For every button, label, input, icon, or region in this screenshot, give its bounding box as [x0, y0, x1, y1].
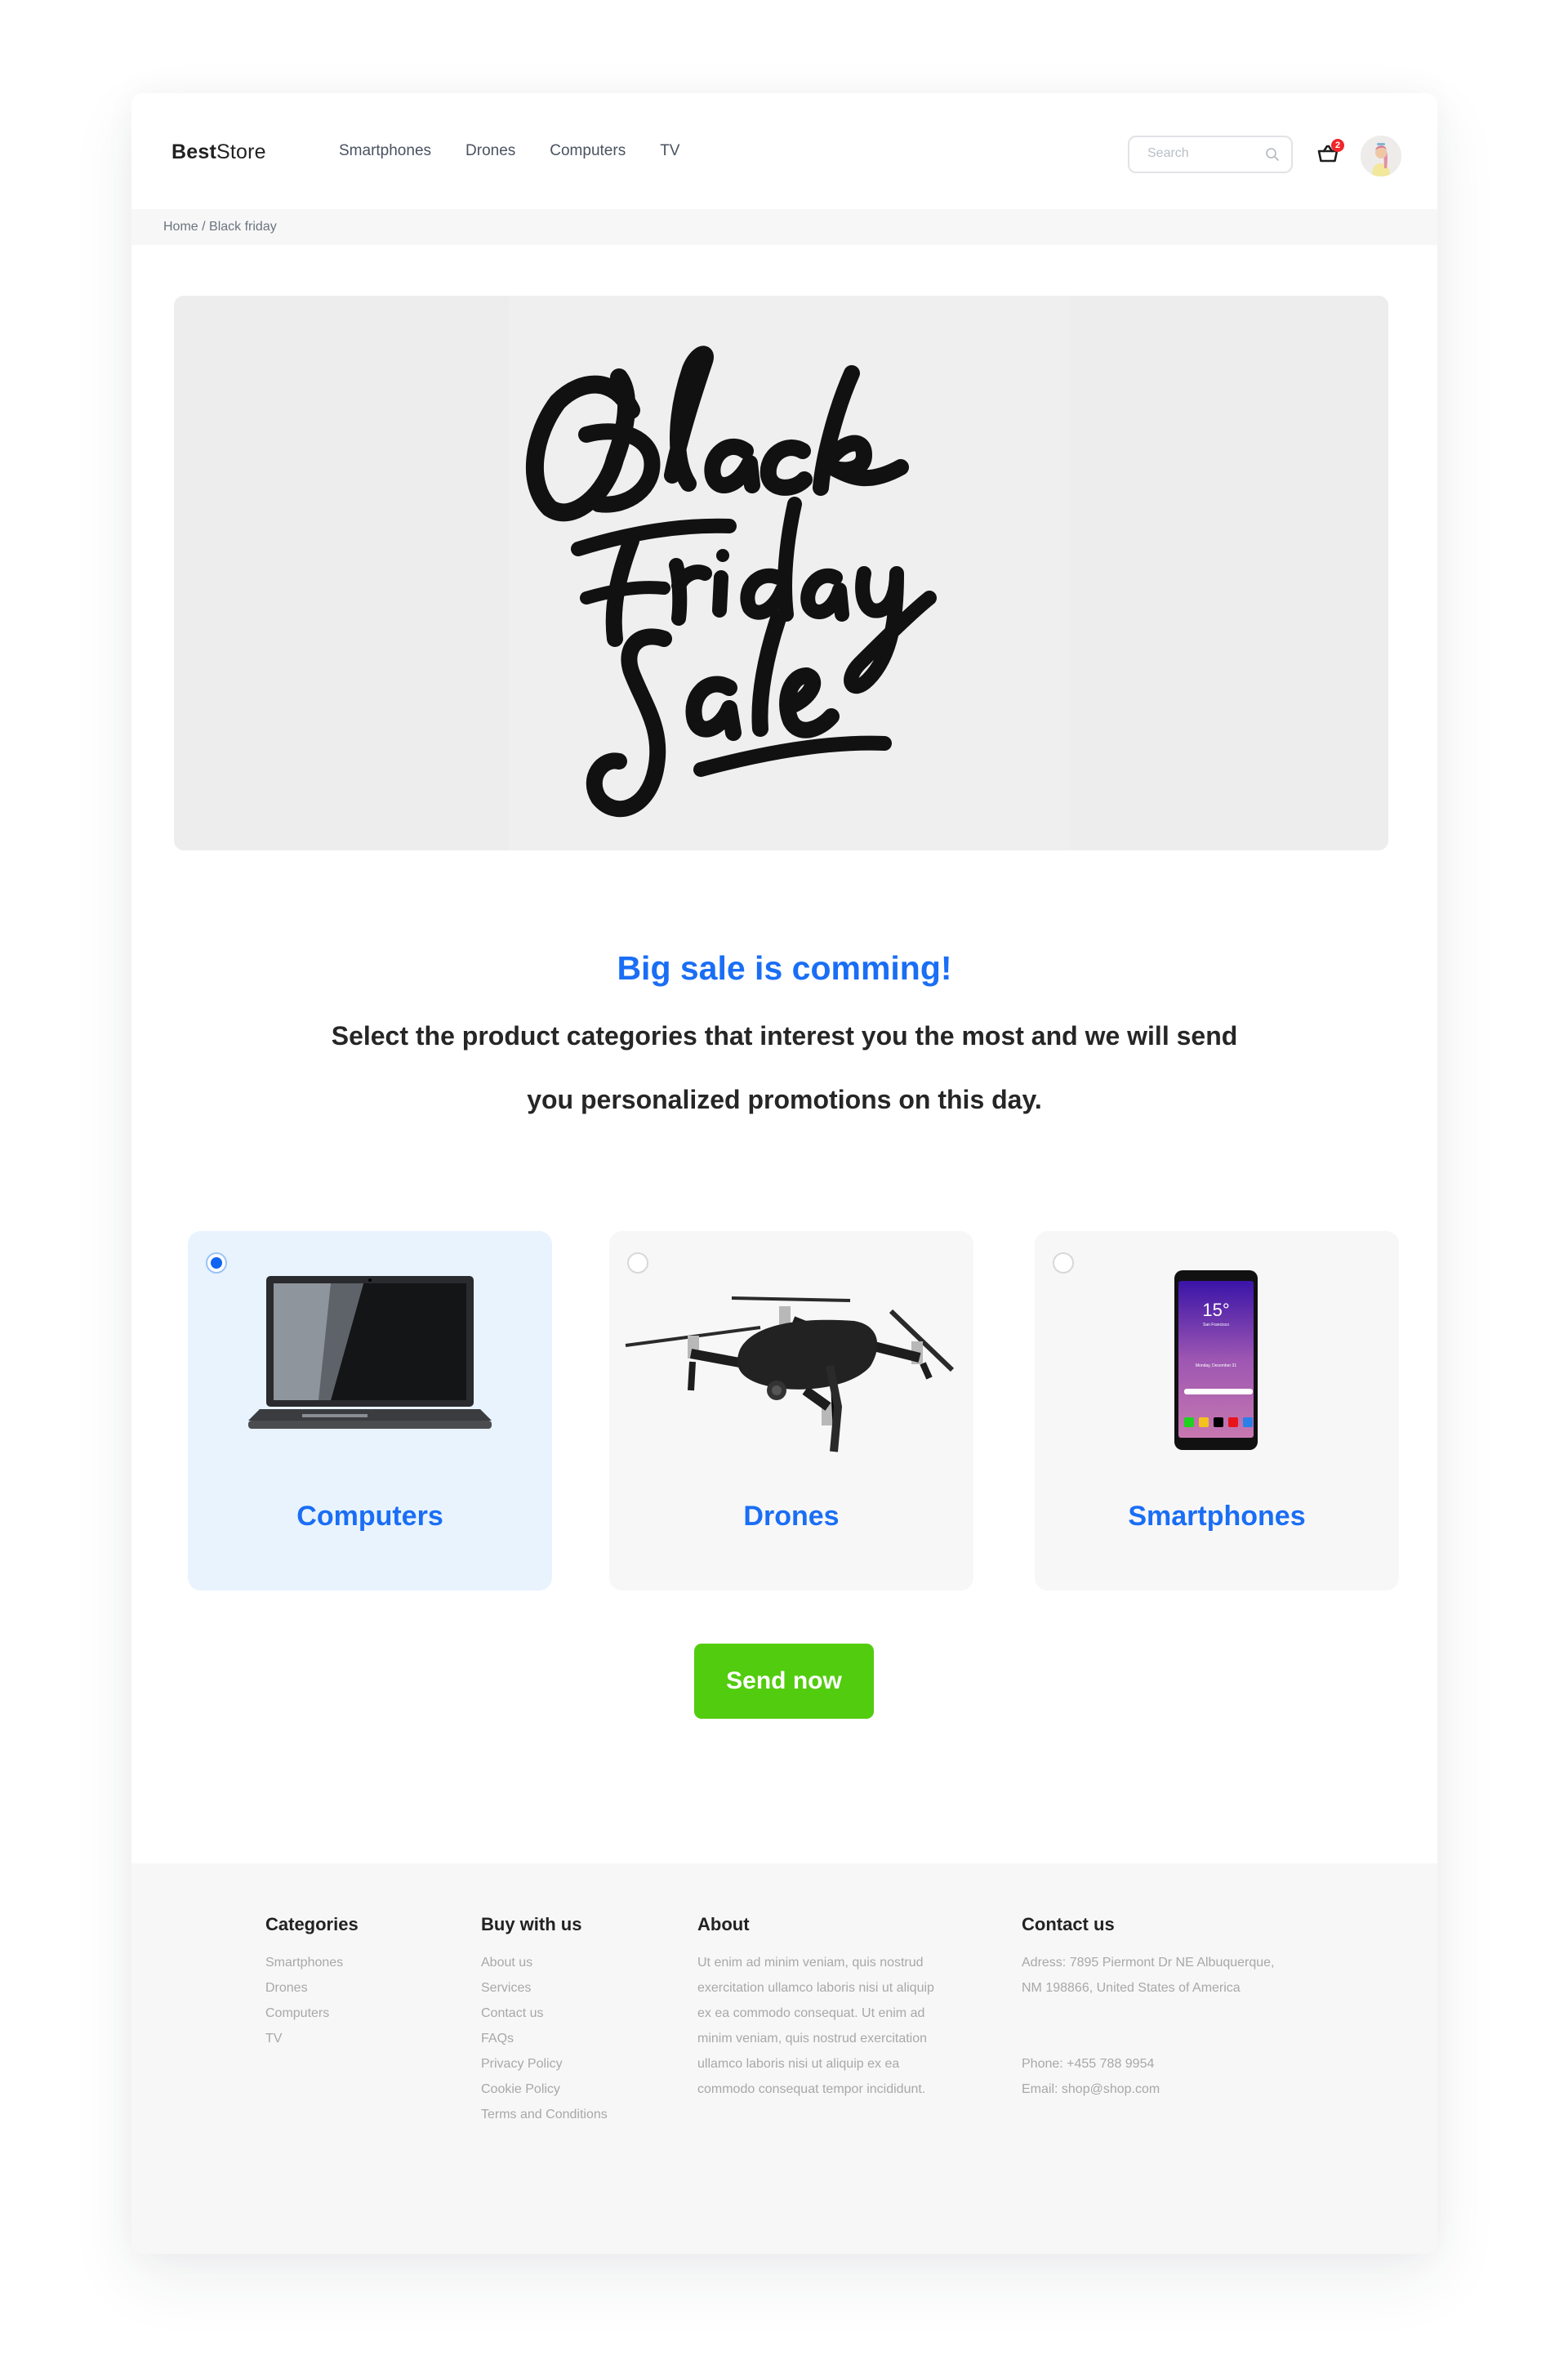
footer-link-terms[interactable]: Terms and Conditions: [481, 2102, 608, 2127]
footer-link-about-us[interactable]: About us: [481, 1950, 608, 1975]
nav-tv[interactable]: TV: [660, 142, 679, 160]
footer-categories-title: Categories: [265, 1914, 359, 1934]
footer-about-line: ex ea commodo consequat. Ut enim ad: [697, 2006, 925, 2020]
user-avatar[interactable]: [1361, 136, 1401, 176]
footer-link-computers[interactable]: Computers: [265, 2001, 359, 2026]
footer-link-services[interactable]: Services: [481, 1975, 608, 2001]
breadcrumb-current: Black friday: [209, 220, 277, 234]
footer-categories: Categories Smartphones Drones Computers …: [265, 1914, 359, 2051]
nav-smartphones[interactable]: Smartphones: [339, 142, 431, 160]
logo-bold: Best: [172, 141, 216, 163]
footer-about-line: exercitation ullamco laboris nisi ut ali…: [697, 1981, 934, 1995]
footer-contact-spacer: [1022, 2001, 1275, 2051]
footer-link-smartphones[interactable]: Smartphones: [265, 1950, 359, 1975]
category-label-drones: Drones: [743, 1501, 840, 1532]
category-label-computers: Computers: [296, 1501, 443, 1532]
cart-button[interactable]: 2: [1315, 139, 1344, 168]
main-nav: Smartphones Drones Computers TV: [339, 142, 714, 160]
footer-link-drones[interactable]: Drones: [265, 1975, 359, 2001]
footer-address-line-1: Adress: 7895 Piermont Dr NE Albuquerque,: [1022, 1956, 1275, 1970]
footer-address-line-2: NM 198866, United States of America: [1022, 1981, 1241, 1995]
footer-about-title: About: [697, 1914, 750, 1934]
footer-link-privacy-policy[interactable]: Privacy Policy: [481, 2051, 608, 2077]
footer-buy-title: Buy with us: [481, 1914, 582, 1934]
search-box: [1128, 136, 1293, 173]
category-label-smartphones: Smartphones: [1128, 1501, 1306, 1532]
footer-email[interactable]: Email: shop@shop.com: [1022, 2077, 1275, 2102]
drone-image: [625, 1296, 955, 1452]
category-card-smartphones[interactable]: 15° San Francisco Monday, December 31 Sm…: [1035, 1231, 1399, 1591]
footer-about-line: Ut enim ad minim veniam, quis nostrud: [697, 1956, 924, 1970]
footer-link-cookie-policy[interactable]: Cookie Policy: [481, 2077, 608, 2102]
sale-title: Big sale is comming!: [617, 949, 952, 987]
footer-contact-title: Contact us: [1022, 1914, 1115, 1934]
page-card: BestStore Smartphones Drones Computers T…: [131, 93, 1437, 2254]
laptop-image: [248, 1276, 492, 1429]
send-now-button[interactable]: Send now: [694, 1644, 874, 1719]
black-friday-sale-lettering: [525, 346, 937, 818]
phone-date: Monday, December 31: [1196, 1363, 1236, 1368]
breadcrumb: Home / Black friday: [131, 209, 1437, 245]
search-icon[interactable]: [1265, 147, 1280, 162]
sale-subtitle-line-1: Select the product categories that inter…: [331, 1021, 1238, 1051]
footer-link-faqs[interactable]: FAQs: [481, 2026, 608, 2051]
footer-link-contact-us[interactable]: Contact us: [481, 2001, 608, 2026]
smartphone-image: 15° San Francisco Monday, December 31: [1174, 1270, 1258, 1450]
hero-banner: [174, 296, 1388, 850]
phone-city: San Francisco: [1203, 1323, 1229, 1327]
footer-about-line: commodo consequat tempor incididunt.: [697, 2082, 926, 2096]
avatar-photo: [1361, 136, 1401, 176]
footer-contact: Contact us Adress: 7895 Piermont Dr NE A…: [1022, 1914, 1275, 2102]
breadcrumb-separator: /: [198, 220, 210, 234]
footer-buy-with-us: Buy with us About us Services Contact us…: [481, 1914, 608, 2127]
footer-about-line: minim veniam, quis nostrud exercitation: [697, 2032, 928, 2046]
breadcrumb-home[interactable]: Home: [163, 220, 198, 234]
category-card-computers[interactable]: Computers: [188, 1231, 552, 1591]
nav-computers[interactable]: Computers: [550, 142, 626, 160]
sale-subtitle-line-2: you personalized promotions on this day.: [527, 1085, 1042, 1114]
phone-temperature: 15°: [1202, 1300, 1229, 1320]
footer-link-tv[interactable]: TV: [265, 2026, 359, 2051]
logo-regular: Store: [216, 141, 266, 163]
cart-count-badge: 2: [1331, 139, 1344, 152]
nav-drones[interactable]: Drones: [466, 142, 515, 160]
footer-about: About Ut enim ad minim veniam, quis nost…: [697, 1914, 934, 2102]
site-header: BestStore Smartphones Drones Computers T…: [131, 93, 1437, 209]
category-card-drones[interactable]: Drones: [609, 1231, 973, 1591]
search-input[interactable]: [1146, 145, 1263, 162]
footer-about-line: ullamco laboris nisi ut aliquip ex ea: [697, 2057, 900, 2071]
site-footer: Categories Smartphones Drones Computers …: [131, 1863, 1437, 2254]
footer-phone[interactable]: Phone: +455 788 9954: [1022, 2051, 1275, 2077]
logo[interactable]: BestStore: [172, 141, 266, 164]
